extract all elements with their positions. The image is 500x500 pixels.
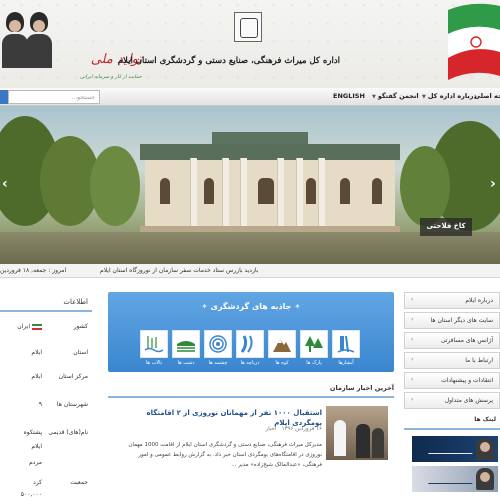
chevron-right-icon[interactable]: › xyxy=(490,176,500,194)
sidebar-item-faq[interactable]: پرسش های متداول ‹ xyxy=(404,392,500,409)
signature-icon xyxy=(428,474,476,484)
news-excerpt: مدیرکل میراث فرهنگی، صنایع دستی و گردشگر… xyxy=(128,442,322,468)
news-heading: آخرین اخبار سازمان xyxy=(108,384,394,398)
nav-forum[interactable]: انجمن گفتگو▼ xyxy=(372,92,419,100)
chevron-left-icon: ‹ xyxy=(411,396,414,403)
mountain-icon[interactable] xyxy=(268,330,296,358)
chevron-left-icon: ‹ xyxy=(411,356,414,363)
right-sidebar: درباره ایلام ‹ سایت های دیگر استان ها ‹ آژ… xyxy=(404,292,500,500)
org-title: اداره کل میراث فرهنگی، صنایع دستی و گردش… xyxy=(117,56,340,66)
waterfall-icon[interactable] xyxy=(332,330,360,358)
info-panel: اطلاعات کشور ایران استان ایلام مرکز استا… xyxy=(0,292,92,500)
nav-home[interactable]: صفحه اصلی xyxy=(474,92,500,100)
portrait-icon xyxy=(476,468,494,490)
chevron-left-icon: ‹ xyxy=(411,336,414,343)
ticker-news[interactable]: بازدید بازرس ستاد خدمات سفر سازمان از نو… xyxy=(100,267,258,274)
sidebar-item-about-ilam[interactable]: درباره ایلام ‹ xyxy=(404,292,500,309)
president-banner-link[interactable] xyxy=(412,466,498,492)
chevron-left-icon: ‹ xyxy=(411,296,414,303)
chevron-down-icon: ▼ xyxy=(372,94,376,100)
site-header: تولید ملی حمایت از کار و سرمایه ایرانی ا… xyxy=(0,0,500,88)
sidebar-item-contact[interactable]: ارتباط با ما ‹ xyxy=(404,352,500,369)
leader-banner-link[interactable] xyxy=(412,436,498,462)
search-input[interactable]: جستجو... xyxy=(8,90,100,104)
news-thumbnail[interactable] xyxy=(326,406,388,460)
image-slider[interactable]: ‹ › xyxy=(0,106,500,264)
chevron-left-icon[interactable]: ‹ xyxy=(2,176,12,194)
nav-english[interactable]: ENGLISH xyxy=(333,92,365,100)
sidebar-item-feedback[interactable]: انتقادات و پیشنهادات ‹ xyxy=(404,372,500,389)
search-button[interactable] xyxy=(0,90,8,104)
leaders-portrait xyxy=(0,6,55,76)
portrait-icon xyxy=(476,438,494,460)
nav-about[interactable]: درباره اداره کل▼ xyxy=(422,92,477,100)
signature-icon xyxy=(428,444,476,454)
news-date: ۱۶ فروردین ۱۳۹۶ اخبار xyxy=(265,426,322,432)
tourism-attractions: ✦ جاذبه های گردشگری ✦ آبشارها پارک ها کو… xyxy=(108,292,394,372)
chevron-down-icon: ▼ xyxy=(422,94,426,100)
plains-icon[interactable] xyxy=(172,330,200,358)
slide-caption: کاخ فلاحتی xyxy=(420,218,472,236)
info-panel-title: اطلاعات xyxy=(0,292,92,312)
sidebar-item-other-provinces[interactable]: سایت های دیگر استان ها ‹ xyxy=(404,312,500,329)
iran-flag-icon xyxy=(448,3,500,80)
links-heading: لینک ها xyxy=(404,416,500,430)
today-date: امروز : جمعه, ۱۸ فروردین xyxy=(0,267,67,274)
wetland-icon[interactable] xyxy=(140,330,168,358)
spring-icon[interactable] xyxy=(204,330,232,358)
forest-icon[interactable] xyxy=(300,330,328,358)
news-ticker: امروز : جمعه, ۱۸ فروردین بازدید بازرس ست… xyxy=(0,264,500,278)
chevron-left-icon: ‹ xyxy=(411,316,414,323)
chevron-left-icon: ‹ xyxy=(411,376,414,383)
organization-logo[interactable] xyxy=(234,12,262,42)
river-icon[interactable] xyxy=(236,330,264,358)
news-title-link[interactable]: استقبال ۱۰۰۰ نفر از مهمانان نوروزی از ۲ … xyxy=(118,408,323,428)
iran-flag-icon xyxy=(32,323,42,330)
sidebar-item-travel-agencies[interactable]: آژانس های مسافرتی ‹ xyxy=(404,332,500,349)
main-nav: جستجو... ENGLISH انجمن گفتگو▼ درباره ادا… xyxy=(0,88,500,106)
